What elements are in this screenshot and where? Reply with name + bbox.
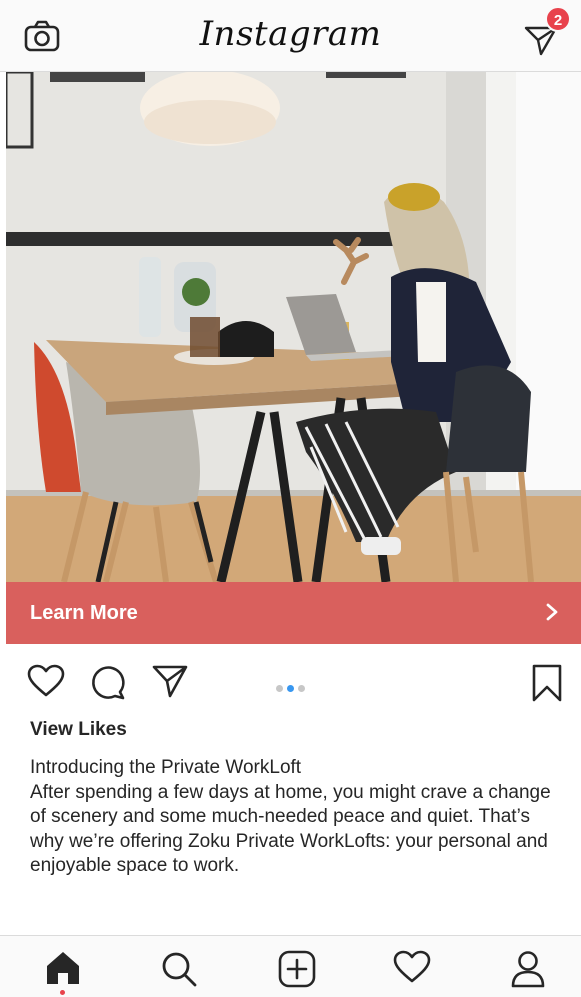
bookmark-icon[interactable] (531, 664, 563, 702)
post-actions (0, 652, 581, 712)
caption-title: Introducing the Private WorkLoft (30, 757, 302, 778)
add-post-icon[interactable] (278, 950, 316, 988)
activity-heart-icon[interactable] (393, 950, 431, 984)
carousel-dot-active (287, 685, 294, 692)
carousel-dot (298, 685, 305, 692)
post-image[interactable] (6, 72, 581, 582)
home-icon[interactable] (44, 950, 82, 986)
caption-body: After spending a few days at home, you m… (30, 781, 551, 877)
learn-more-label: Learn More (30, 602, 138, 624)
bottom-nav (0, 935, 581, 997)
view-likes-link[interactable]: View Likes (30, 719, 127, 741)
search-icon[interactable] (160, 950, 198, 988)
active-tab-indicator (60, 990, 65, 995)
carousel-dot (276, 685, 283, 692)
carousel-indicator (276, 679, 309, 692)
learn-more-banner[interactable]: Learn More (6, 582, 581, 644)
chevron-right-icon (546, 603, 558, 621)
profile-icon[interactable] (510, 950, 546, 988)
notification-badge: 2 (545, 6, 571, 32)
heart-icon[interactable] (27, 664, 65, 698)
comment-icon[interactable] (90, 664, 126, 700)
post-caption: Introducing the Private WorkLoft After s… (30, 756, 558, 879)
top-bar: Instagram 2 (0, 0, 581, 72)
paper-plane-icon[interactable] (152, 664, 188, 698)
instagram-logo: Instagram (199, 14, 382, 54)
